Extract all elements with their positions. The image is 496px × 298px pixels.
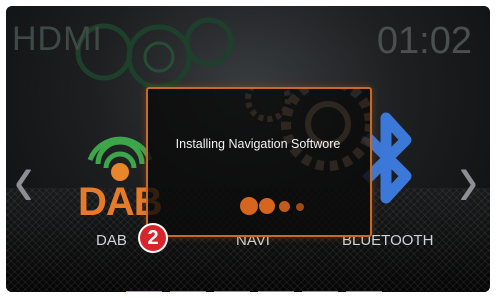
page-indicator-segment[interactable] [126,291,162,292]
loading-dot [296,203,304,211]
loading-dot [259,198,275,214]
page-indicator-segment[interactable] [346,291,382,292]
chevron-left-icon[interactable]: ‹ [14,140,33,219]
source-label: HDMI [12,20,103,58]
page-indicator-segment[interactable] [170,291,206,292]
page-indicator-segment[interactable] [214,291,250,292]
dialog-message: Installing Navigation Softwore [175,137,341,151]
clock: 01:02 [376,20,472,62]
page-indicator-segment[interactable] [302,291,338,292]
loading-dot [240,197,258,215]
chevron-right-icon[interactable]: › [459,140,478,219]
head-unit-screen: HDMI 01:02 ‹ › DAB DAB NAVI BLUETOOTH In… [6,6,490,292]
callout-badge: 2 [140,225,166,251]
app-label-dab[interactable]: DAB [96,232,127,249]
page-indicator-segment[interactable] [258,291,294,292]
install-progress-dialog: Installing Navigation Softwore [146,87,372,237]
loading-dot [279,201,290,212]
